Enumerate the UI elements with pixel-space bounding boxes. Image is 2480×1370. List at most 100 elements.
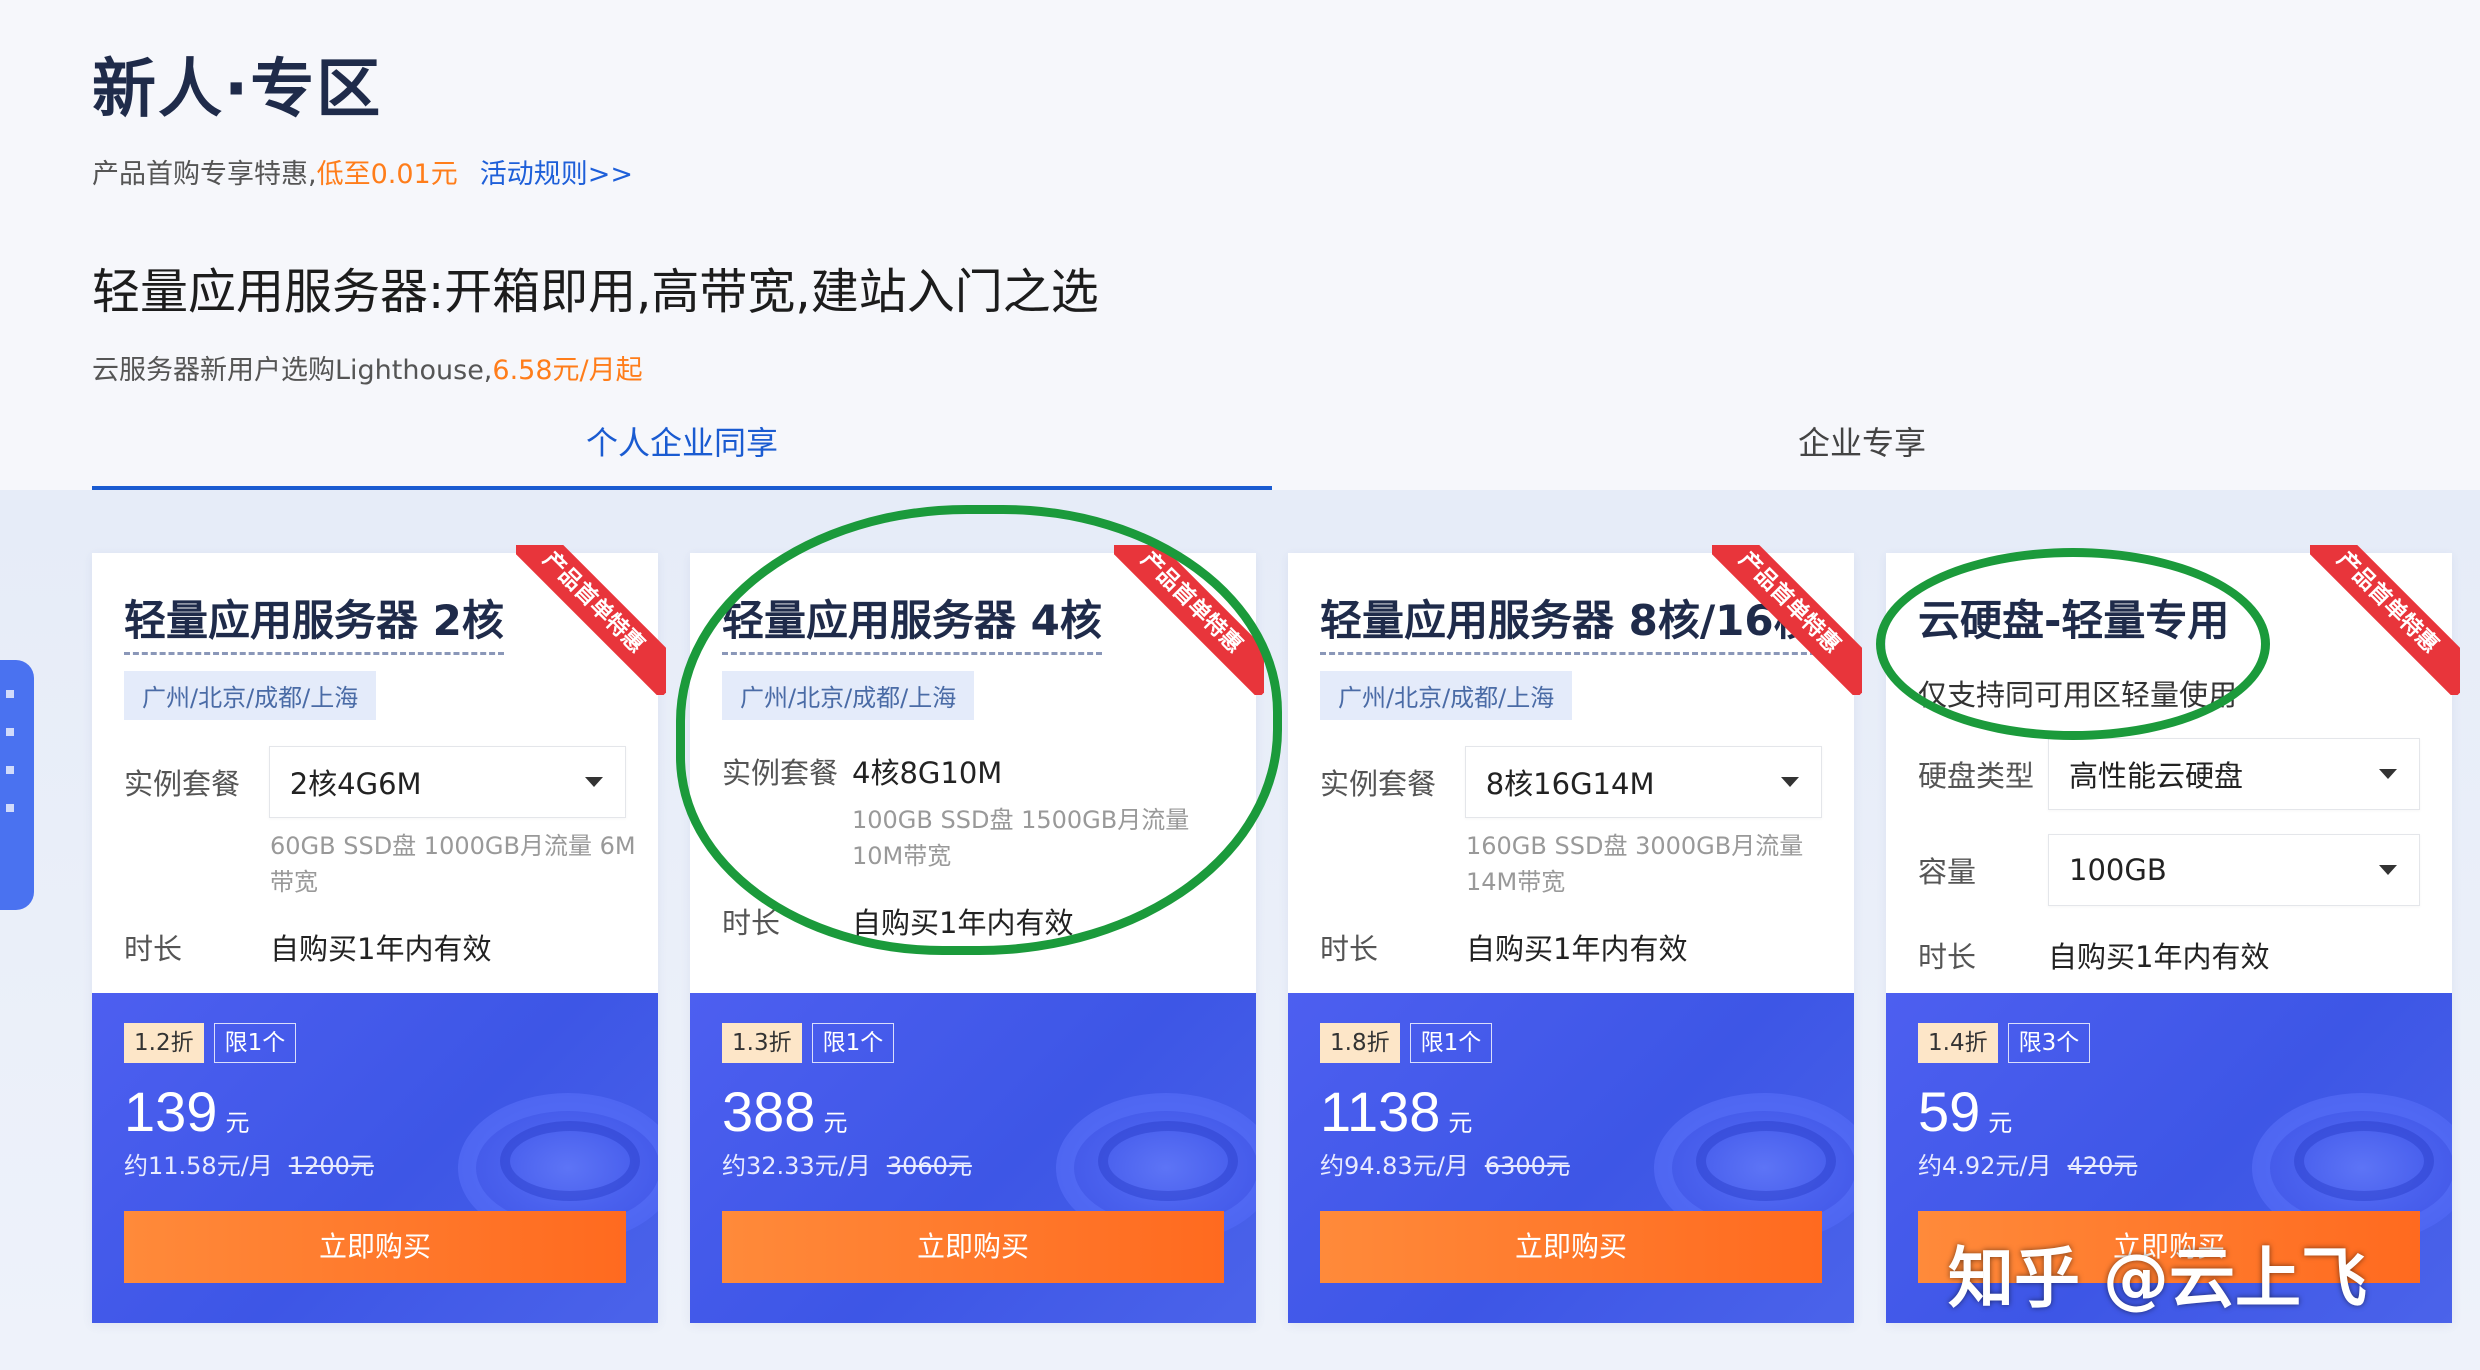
per-month-price: 约94.83元/月 [1320, 1152, 1469, 1180]
price: 1138 元 [1320, 1079, 1822, 1144]
per-month-price: 约11.58元/月 [124, 1152, 273, 1180]
region-tag: 广州/北京/成都/上海 [1320, 671, 1573, 720]
product-card-8-16core: 产品首单特惠 轻量应用服务器 8核/16核 广州/北京/成都/上海 实例套餐 8… [1288, 545, 1862, 1323]
plan-spec: 160GB SSD盘 3000GB月流量 14M带宽 [1466, 832, 1804, 896]
promo-text: 产品首购专享特惠, [92, 159, 317, 190]
duration-row: 时长 自购买1年内有效 [124, 926, 626, 968]
price: 59 元 [1918, 1079, 2420, 1144]
rules-link[interactable]: 活动规则>> [480, 159, 633, 190]
plan-select[interactable]: 8核16G14M [1464, 746, 1822, 818]
limit-badge: 限1个 [811, 1023, 895, 1063]
discount-badge: 1.2折 [124, 1023, 204, 1063]
capacity-row: 容量 100GB [1918, 834, 2420, 906]
side-float-handle[interactable] [0, 660, 34, 910]
price-unit: 元 [823, 1109, 848, 1137]
card-config: 产品首单特惠 轻量应用服务器 4核 广州/北京/成都/上海 实例套餐 4核8G1… [690, 545, 1264, 993]
region-tag: 广州/北京/成都/上海 [722, 671, 975, 720]
card-config: 产品首单特惠 轻量应用服务器 2核 广州/北京/成都/上海 实例套餐 2核4G6… [92, 545, 666, 993]
section-title: 轻量应用服务器:开箱即用,高带宽,建站入门之选 [92, 264, 1099, 320]
badges: 1.4折 限3个 [1918, 1023, 2420, 1063]
duration-row: 时长 自购买1年内有效 [1918, 934, 2420, 976]
tab-bar: 个人企业同享 企业专享 [92, 410, 2452, 490]
page-title: 新人·专区 [92, 53, 383, 127]
disk-type-select[interactable]: 高性能云硬盘 [2048, 738, 2420, 810]
price-panel: 1.8折 限1个 1138 元 约94.83元/月 6300元 立即购买 [1288, 993, 1854, 1323]
limit-badge: 限3个 [2007, 1023, 2091, 1063]
badges: 1.8折 限1个 [1320, 1023, 1822, 1063]
price: 388 元 [722, 1079, 1224, 1144]
watermark: 知乎 @云上飞 [1948, 1240, 2367, 1317]
disk-type-select-value: 高性能云硬盘 [2069, 759, 2244, 793]
product-card-cloud-disk: 产品首单特惠 云硬盘-轻量专用 仅支持同可用区轻量使用 硬盘类型 高性能云硬盘 … [1886, 545, 2460, 1323]
card-title: 云硬盘-轻量专用 [1918, 596, 2230, 645]
duration-label: 时长 [124, 932, 183, 966]
capacity-select[interactable]: 100GB [2048, 834, 2420, 906]
buy-button[interactable]: 立即购买 [722, 1211, 1224, 1283]
handle-dot [6, 766, 14, 774]
plan-value: 4核8G10M [852, 756, 1003, 790]
duration-value: 自购买1年内有效 [270, 932, 492, 966]
duration-row: 时长 自购买1年内有效 [722, 900, 1224, 942]
badges: 1.3折 限1个 [722, 1023, 1224, 1063]
plan-spec: 100GB SSD盘 1500GB月流量 10M带宽 [852, 806, 1190, 870]
promo-highlight: 低至0.01元 [316, 159, 458, 190]
plan-select-value: 8核16G14M [1485, 767, 1655, 801]
duration-label: 时长 [722, 906, 781, 940]
duration-value: 自购买1年内有效 [2048, 940, 2270, 974]
handle-dot [6, 804, 14, 812]
original-price: 1200元 [288, 1152, 374, 1180]
price-value: 139 [124, 1080, 218, 1143]
price: 139 元 [124, 1079, 626, 1144]
price-value: 1138 [1320, 1080, 1441, 1143]
price-detail: 约11.58元/月 1200元 [124, 1146, 626, 1181]
promo-line: 产品首购专享特惠,低至0.01元 活动规则>> [92, 152, 633, 191]
handle-dot [6, 728, 14, 736]
original-price: 420元 [2067, 1152, 2138, 1180]
price-value: 388 [722, 1080, 816, 1143]
plan-select[interactable]: 2核4G6M [268, 746, 626, 818]
price-unit: 元 [225, 1109, 250, 1137]
section-subtitle: 云服务器新用户选购Lighthouse,6.58元/月起 [92, 348, 643, 387]
handle-dot [6, 690, 14, 698]
chevron-down-icon [585, 777, 603, 787]
duration-label: 时长 [1918, 940, 1977, 974]
price-detail: 约32.33元/月 3060元 [722, 1146, 1224, 1181]
product-card-4core: 产品首单特惠 轻量应用服务器 4核 广州/北京/成都/上海 实例套餐 4核8G1… [690, 545, 1264, 1323]
plan-spec: 60GB SSD盘 1000GB月流量 6M带宽 [270, 832, 636, 896]
tab-enterprise-only[interactable]: 企业专享 [1272, 410, 2452, 490]
plan-label: 实例套餐 [124, 767, 241, 801]
card-title: 轻量应用服务器 4核 [722, 587, 1102, 655]
first-order-ribbon: 产品首单特惠 [1114, 545, 1264, 695]
plan-row: 实例套餐 4核8G10M [722, 750, 1224, 792]
buy-button[interactable]: 立即购买 [124, 1211, 626, 1283]
price-unit: 元 [1988, 1109, 2013, 1137]
duration-row: 时长 自购买1年内有效 [1320, 926, 1822, 968]
ribbon-label: 产品首单特惠 [1712, 545, 1862, 695]
section-subtitle-text: 云服务器新用户选购Lighthouse, [92, 355, 493, 386]
discount-badge: 1.4折 [1918, 1023, 1998, 1063]
duration-label: 时长 [1320, 932, 1379, 966]
limit-badge: 限1个 [213, 1023, 297, 1063]
duration-value: 自购买1年内有效 [1466, 932, 1688, 966]
plan-row: 实例套餐 8核16G14M [1320, 746, 1822, 818]
buy-button[interactable]: 立即购买 [1320, 1211, 1822, 1283]
chevron-down-icon [2379, 865, 2397, 875]
ribbon-label: 产品首单特惠 [2310, 545, 2460, 695]
disk-type-label: 硬盘类型 [1918, 759, 2035, 793]
first-order-ribbon: 产品首单特惠 [1712, 545, 1862, 695]
ribbon-label: 产品首单特惠 [516, 545, 666, 695]
price-unit: 元 [1448, 1109, 1473, 1137]
ribbon-label: 产品首单特惠 [1114, 545, 1264, 695]
card-config: 产品首单特惠 云硬盘-轻量专用 仅支持同可用区轻量使用 硬盘类型 高性能云硬盘 … [1886, 545, 2460, 993]
plan-row: 实例套餐 2核4G6M [124, 746, 626, 818]
badges: 1.2折 限1个 [124, 1023, 626, 1063]
region-tag: 广州/北京/成都/上海 [124, 671, 377, 720]
original-price: 6300元 [1484, 1152, 1570, 1180]
first-order-ribbon: 产品首单特惠 [516, 545, 666, 695]
tab-personal-enterprise[interactable]: 个人企业同享 [92, 410, 1272, 490]
price-panel: 1.3折 限1个 388 元 约32.33元/月 3060元 立即购买 [690, 993, 1256, 1323]
chevron-down-icon [2379, 769, 2397, 779]
first-order-ribbon: 产品首单特惠 [2310, 545, 2460, 695]
disk-type-row: 硬盘类型 高性能云硬盘 [1918, 738, 2420, 810]
product-card-2core: 产品首单特惠 轻量应用服务器 2核 广州/北京/成都/上海 实例套餐 2核4G6… [92, 545, 666, 1323]
